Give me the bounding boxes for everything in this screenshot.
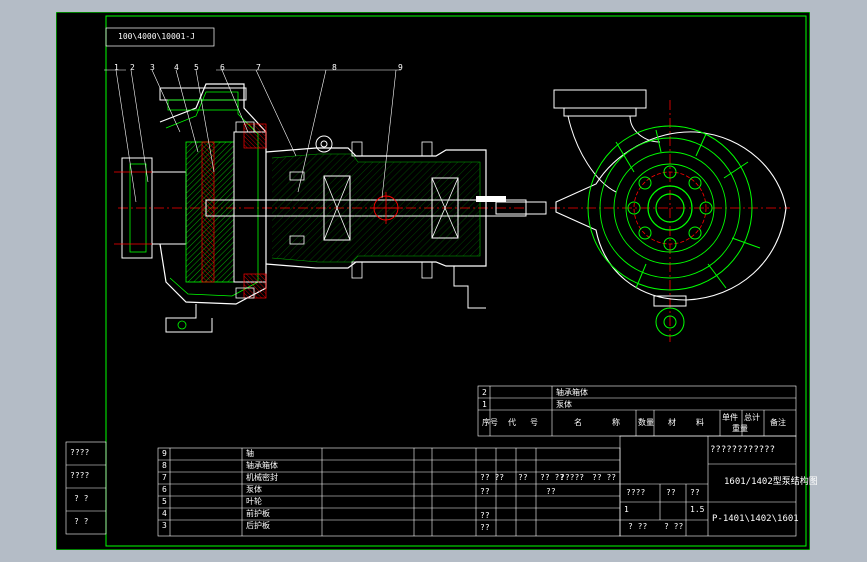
upper-parts-table — [477, 385, 797, 437]
upper-row-name-1: 轴承箱体 — [556, 388, 588, 397]
bom-no-0: 9 — [162, 449, 167, 458]
tb-cell-3: ?? — [690, 488, 700, 497]
upper-header-7: 料 — [696, 418, 704, 427]
bom-name-4: 叶轮 — [246, 497, 262, 506]
upper-row-no-1: 2 — [482, 388, 487, 397]
side-label-2: ???? — [70, 471, 90, 480]
callout-9: 9 — [398, 63, 403, 72]
top-label: 100\4000\10001-J — [118, 32, 196, 41]
bom-name-1: 轴承箱体 — [246, 461, 278, 470]
side-label-3: ? ? — [74, 494, 89, 503]
upper-header-9: 总计 — [744, 413, 760, 422]
callout-4: 4 — [174, 63, 179, 72]
upper-header-0: 序号 — [482, 418, 498, 427]
upper-header-5: 数量 — [638, 418, 654, 427]
drawing-title: 1601/1402型泵结构图 — [724, 477, 818, 487]
bom-no-3: 6 — [162, 485, 167, 494]
tb-cell-1: ???? — [626, 488, 646, 497]
upper-header-4: 称 — [612, 418, 620, 427]
bom-no-1: 8 — [162, 461, 167, 470]
bom-no-5: 4 — [162, 509, 167, 518]
upper-header-10: 备注 — [770, 418, 786, 427]
upper-header-1: 代 — [508, 418, 516, 427]
drawing-scale: 1.5 — [690, 505, 705, 514]
bom-cell-a: ?? ?? — [480, 473, 505, 482]
bom-name-2: 机械密封 — [246, 473, 278, 482]
upper-header-3: 名 — [574, 418, 582, 427]
bom-cell-b: ?? — [518, 473, 528, 482]
sheet-number: 1 — [624, 505, 629, 514]
upper-header-8: 单件 — [722, 413, 738, 422]
upper-header-2: 号 — [530, 418, 538, 427]
upper-header-6: 材 — [668, 418, 676, 427]
bom-cell-e: ?? ?? — [592, 473, 617, 482]
company-name: ???????????? — [710, 445, 776, 455]
bom-cell-h: ?? — [480, 511, 490, 520]
bom-no-6: 3 — [162, 521, 167, 530]
bom-no-4: 5 — [162, 497, 167, 506]
upper-row-name-2: 泵体 — [556, 400, 572, 409]
bom-cell-f: ?? — [480, 487, 490, 496]
bom-name-6: 后护板 — [246, 521, 270, 530]
callout-5: 5 — [194, 63, 199, 72]
callout-3: 3 — [150, 63, 155, 72]
callout-6: 6 — [220, 63, 225, 72]
outer-frame — [56, 12, 810, 550]
side-label-4: ? ? — [74, 517, 89, 526]
pump-section-view — [114, 83, 547, 333]
bom-name-0: 轴 — [246, 449, 254, 458]
drawing-number: P-1401\1402\1601 — [712, 514, 799, 524]
upper-header-sub: 重量 — [732, 424, 748, 433]
bom-name-3: 泵体 — [246, 485, 262, 494]
upper-row-no-2: 1 — [482, 400, 487, 409]
bom-no-2: 7 — [162, 473, 167, 482]
callout-8: 8 — [332, 63, 337, 72]
tb-cell-5: ? ?? — [664, 522, 684, 531]
bom-name-5: 前护板 — [246, 509, 270, 518]
bom-cell-i: ?? — [480, 523, 490, 532]
side-label-1: ???? — [70, 448, 90, 457]
drawing-canvas: 100\4000\10001-J 1 2 3 4 5 6 7 8 9 ?? ?? … — [56, 12, 818, 550]
callout-2: 2 — [130, 63, 135, 72]
tb-cell-2: ?? — [666, 488, 676, 497]
callout-1: 1 — [114, 63, 119, 72]
tb-cell-4: ? ?? — [628, 522, 648, 531]
cad-drawing — [56, 12, 810, 550]
callout-7: 7 — [256, 63, 261, 72]
bom-cell-d: ????? — [560, 473, 585, 482]
pump-end-view — [550, 89, 790, 342]
bom-cell-g: ?? — [546, 487, 556, 496]
